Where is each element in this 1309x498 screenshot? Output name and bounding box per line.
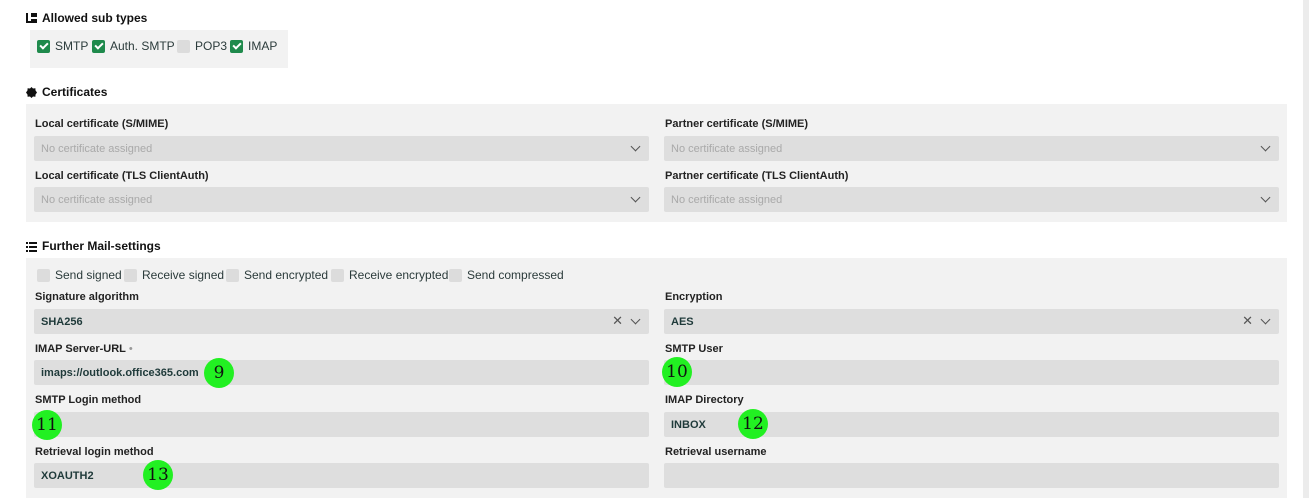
mail-settings-title: Further Mail-settings <box>26 239 161 253</box>
certificates-title: Certificates <box>26 85 107 99</box>
retrieval-username-input[interactable] <box>664 463 1279 488</box>
partner-smime-label: Partner certificate (S/MIME) <box>665 118 809 130</box>
retrieval-username-label: Retrieval username <box>665 446 767 458</box>
marker-9: 9 <box>204 358 234 388</box>
clear-icon[interactable]: ✕ <box>612 314 623 328</box>
chevron-down-icon[interactable] <box>1260 192 1271 203</box>
marker-12: 12 <box>738 409 768 439</box>
partner-tls-label: Partner certificate (TLS ClientAuth) <box>665 170 849 182</box>
checkbox-box[interactable] <box>226 268 239 282</box>
chevron-down-icon[interactable] <box>1260 141 1271 152</box>
encryption-select[interactable]: AES ✕ <box>664 309 1279 334</box>
partner-tls-select[interactable]: No certificate assigned <box>664 187 1279 212</box>
chevron-down-icon[interactable] <box>1260 314 1271 325</box>
local-tls-select[interactable]: No certificate assigned <box>34 187 649 212</box>
signature-algorithm-label: Signature algorithm <box>35 291 139 303</box>
checkbox-box[interactable] <box>449 268 462 282</box>
checkbox-send-compressed[interactable]: Send compressed <box>449 268 564 282</box>
smtp-login-method-input[interactable] <box>34 412 649 437</box>
imap-server-url-label: IMAP Server-URL • <box>35 343 133 355</box>
imap-directory-label: IMAP Directory <box>665 394 744 406</box>
checkbox-box[interactable] <box>37 39 50 53</box>
signature-algorithm-select[interactable]: SHA256 ✕ <box>34 309 649 334</box>
checkbox-box[interactable] <box>230 39 243 53</box>
checkbox-pop3[interactable]: POP3 <box>177 39 227 53</box>
smtp-login-method-label: SMTP Login method <box>35 394 142 406</box>
checkbox-box[interactable] <box>124 268 137 282</box>
chevron-down-icon[interactable] <box>630 192 641 203</box>
allowed-sub-types-title: Allowed sub types <box>26 11 147 25</box>
marker-13: 13 <box>143 460 173 490</box>
tree-icon <box>26 12 37 24</box>
checkbox-receive-encrypted[interactable]: Receive encrypted <box>331 268 448 282</box>
smtp-user-label: SMTP User <box>665 343 723 355</box>
certificate-icon <box>26 86 37 98</box>
scrollbar-track[interactable] <box>1303 0 1309 498</box>
local-tls-label: Local certificate (TLS ClientAuth) <box>35 170 209 182</box>
list-icon <box>26 241 37 252</box>
retrieval-login-method-input[interactable]: XOAUTH2 <box>34 463 649 488</box>
checkbox-send-encrypted[interactable]: Send encrypted <box>226 268 328 282</box>
checkbox-box[interactable] <box>331 268 344 282</box>
marker-10: 10 <box>662 357 692 387</box>
checkbox-send-signed[interactable]: Send signed <box>37 268 122 282</box>
local-smime-select[interactable]: No certificate assigned <box>34 136 649 161</box>
checkbox-box[interactable] <box>177 39 190 53</box>
checkbox-box[interactable] <box>37 268 50 282</box>
smtp-user-input[interactable] <box>664 360 1279 385</box>
chevron-down-icon[interactable] <box>630 314 641 325</box>
checkbox-imap[interactable]: IMAP <box>230 39 277 53</box>
chevron-down-icon[interactable] <box>630 141 641 152</box>
clear-icon[interactable]: ✕ <box>1242 314 1253 328</box>
checkbox-box[interactable] <box>92 39 105 53</box>
retrieval-login-method-label: Retrieval login method <box>35 446 154 458</box>
encryption-label: Encryption <box>665 291 723 303</box>
checkbox-auth-smtp[interactable]: Auth. SMTP <box>92 39 175 53</box>
required-marker: • <box>128 343 133 355</box>
checkbox-receive-signed[interactable]: Receive signed <box>124 268 224 282</box>
marker-11: 11 <box>32 410 62 440</box>
checkbox-smtp[interactable]: SMTP <box>37 39 88 53</box>
local-smime-label: Local certificate (S/MIME) <box>35 118 169 130</box>
partner-smime-select[interactable]: No certificate assigned <box>664 136 1279 161</box>
imap-server-url-input[interactable]: imaps://outlook.office365.com <box>34 360 649 385</box>
